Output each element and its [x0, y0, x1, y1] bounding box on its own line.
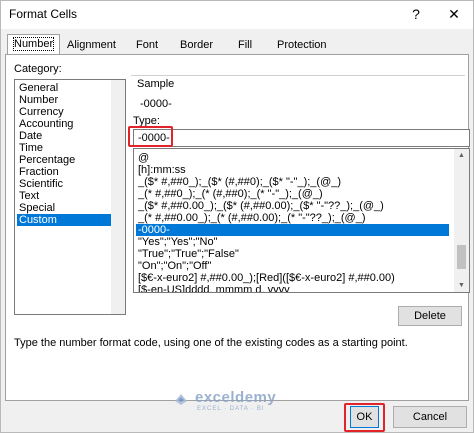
highlight-ok-box	[344, 403, 385, 432]
category-item-custom[interactable]: Custom	[17, 214, 113, 226]
category-item[interactable]: Date	[17, 130, 113, 142]
scroll-up-icon[interactable]: ▲	[454, 149, 469, 162]
tab-border[interactable]: Border	[173, 35, 220, 55]
watermark-name: exceldemy	[195, 389, 277, 406]
format-item[interactable]: [$-en-US]dddd, mmmm d, yyyy	[138, 284, 449, 292]
format-item[interactable]: "Yes";"Yes";"No"	[138, 236, 449, 248]
category-item[interactable]: Number	[17, 94, 113, 106]
tab-number[interactable]: Number	[7, 34, 61, 55]
category-scrollbar[interactable]	[111, 80, 125, 314]
category-item[interactable]: Special	[17, 202, 113, 214]
format-item[interactable]: [h]:mm:ss	[138, 164, 449, 176]
watermark-tagline: EXCEL · DATA · BI	[197, 406, 265, 412]
category-item[interactable]: Text	[17, 190, 113, 202]
highlight-type-box	[128, 126, 173, 147]
scroll-down-icon[interactable]: ▼	[454, 279, 469, 292]
title-bar: Format Cells ? ✕	[1, 1, 473, 29]
type-field[interactable]	[133, 129, 470, 147]
format-item[interactable]: "On";"On";"Off"	[138, 260, 449, 272]
sample-value: -0000-	[140, 98, 172, 110]
category-item[interactable]: Scientific	[17, 178, 113, 190]
scroll-thumb[interactable]	[457, 245, 466, 269]
category-item[interactable]: Time	[17, 142, 113, 154]
category-item[interactable]: Accounting	[17, 118, 113, 130]
exceldemy-logo-icon	[175, 394, 187, 405]
format-item[interactable]: "True";"True";"False"	[138, 248, 449, 260]
format-item[interactable]: _($* #,##0.00_);_($* (#,##0.00);_($* "-"…	[138, 200, 449, 212]
number-tab-panel: Category: General Number Currency Accoun…	[5, 54, 470, 401]
format-item[interactable]: _($* #,##0_);_($* (#,##0);_($* "-"_);_(@…	[138, 176, 449, 188]
sample-group: Sample -0000-	[131, 75, 465, 124]
format-item[interactable]: _(* #,##0.00_);_(* (#,##0.00);_(* "-"??_…	[138, 212, 449, 224]
tab-protection[interactable]: Protection	[270, 35, 334, 55]
category-item[interactable]: Fraction	[17, 166, 113, 178]
tab-fill[interactable]: Fill	[231, 35, 259, 55]
format-cells-dialog: Format Cells ? ✕ Number Alignment Font B…	[0, 0, 474, 433]
category-label: Category:	[14, 63, 62, 75]
cancel-button[interactable]: Cancel	[393, 406, 467, 428]
category-list[interactable]: General Number Currency Accounting Date …	[14, 79, 126, 315]
sample-label: Sample	[137, 78, 175, 90]
category-item[interactable]: Percentage	[17, 154, 113, 166]
close-icon[interactable]: ✕	[442, 3, 466, 25]
type-input[interactable]	[134, 130, 469, 146]
format-item[interactable]: @	[138, 152, 449, 164]
tab-font[interactable]: Font	[129, 35, 165, 55]
format-item[interactable]: _(* #,##0_);_(* (#,##0);_(* "-"_);_(@_)	[138, 188, 449, 200]
dialog-title: Format Cells	[9, 7, 78, 21]
format-item[interactable]: [$€-x-euro2] #,##0.00_);[Red]([$€-x-euro…	[138, 272, 449, 284]
help-text: Type the number format code, using one o…	[14, 337, 408, 349]
category-item[interactable]: Currency	[17, 106, 113, 118]
format-list-scrollbar[interactable]: ▲ ▼	[454, 149, 469, 292]
delete-button[interactable]: Delete	[398, 306, 462, 326]
format-item-selected[interactable]: -0000-	[136, 224, 449, 236]
category-item[interactable]: General	[17, 82, 113, 94]
help-icon[interactable]: ?	[404, 3, 428, 25]
tab-alignment[interactable]: Alignment	[60, 35, 123, 55]
format-code-list[interactable]: @ [h]:mm:ss _($* #,##0_);_($* (#,##0);_(…	[133, 148, 470, 293]
